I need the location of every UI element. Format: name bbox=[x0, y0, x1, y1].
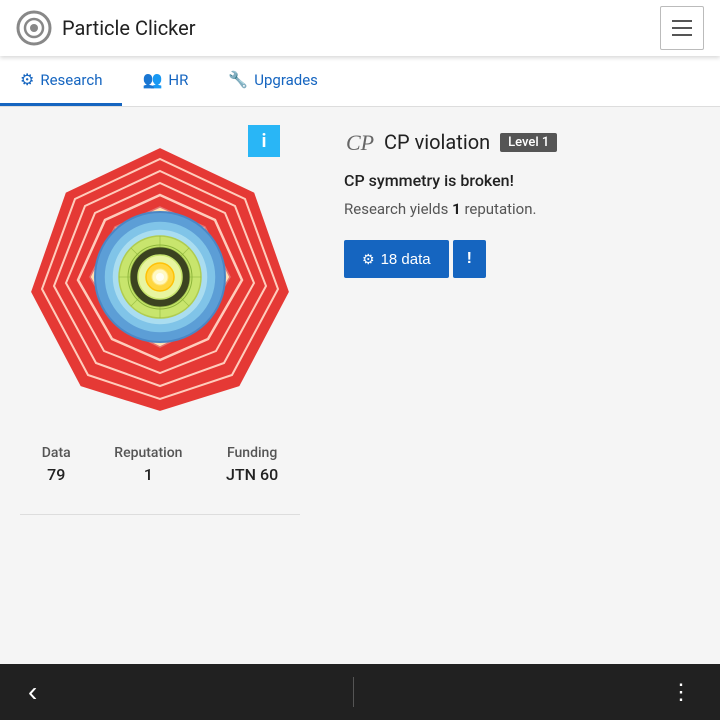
upgrades-tab-icon: 🔧 bbox=[228, 70, 248, 89]
more-button[interactable]: ⋮ bbox=[662, 671, 700, 713]
gear-icon: ⚙ bbox=[362, 251, 375, 268]
back-icon: ‹ bbox=[28, 676, 37, 707]
main-content: i bbox=[0, 107, 720, 664]
tab-research-label: Research bbox=[40, 71, 102, 89]
yield-unit: reputation. bbox=[464, 200, 536, 218]
app-bar: Particle Clicker bbox=[0, 0, 720, 56]
research-title: CP violation bbox=[384, 130, 490, 154]
research-tab-icon: ⚙ bbox=[20, 70, 34, 89]
tab-research[interactable]: ⚙ Research bbox=[0, 56, 122, 106]
tab-upgrades-label: Upgrades bbox=[254, 71, 318, 89]
app-title: Particle Clicker bbox=[62, 16, 196, 40]
tab-bar: ⚙ Research 👥 HR 🔧 Upgrades bbox=[0, 56, 720, 107]
svg-text:CP: CP bbox=[346, 130, 374, 155]
level-badge: Level 1 bbox=[500, 133, 557, 152]
bottom-bar: ‹ ⋮ bbox=[0, 664, 720, 720]
data-button-label: 18 data bbox=[381, 251, 431, 268]
data-button[interactable]: ⚙ 18 data bbox=[344, 240, 449, 278]
stat-funding: Funding JTN 60 bbox=[226, 445, 278, 484]
stat-data: Data 79 bbox=[42, 445, 71, 484]
back-button[interactable]: ‹ bbox=[20, 670, 45, 714]
app-logo bbox=[16, 10, 52, 46]
data-value: 79 bbox=[42, 465, 71, 484]
info-button[interactable]: i bbox=[248, 125, 280, 157]
info-icon: i bbox=[262, 131, 267, 152]
cp-violation-icon: CP bbox=[344, 127, 374, 157]
warning-button[interactable]: ! bbox=[453, 240, 486, 278]
data-label: Data bbox=[42, 445, 71, 461]
tab-hr-label: HR bbox=[168, 71, 188, 89]
reputation-value: 1 bbox=[114, 465, 182, 484]
funding-label: Funding bbox=[226, 445, 278, 461]
hamburger-line-1 bbox=[672, 20, 692, 22]
stat-reputation: Reputation 1 bbox=[114, 445, 182, 484]
research-item-header: CP CP violation Level 1 bbox=[344, 127, 696, 157]
app-bar-left: Particle Clicker bbox=[16, 10, 196, 46]
more-icon: ⋮ bbox=[670, 679, 692, 704]
right-panel: CP CP violation Level 1 CP symmetry is b… bbox=[320, 107, 720, 664]
bottom-divider bbox=[353, 677, 355, 707]
research-description: CP symmetry is broken! bbox=[344, 171, 696, 190]
reputation-label: Reputation bbox=[114, 445, 182, 461]
yield-prefix: Research yields bbox=[344, 200, 448, 218]
hamburger-line-2 bbox=[672, 27, 692, 29]
particle-svg bbox=[20, 137, 300, 417]
hamburger-button[interactable] bbox=[660, 6, 704, 50]
yield-amount: 1 bbox=[452, 200, 461, 218]
research-item: CP CP violation Level 1 CP symmetry is b… bbox=[344, 127, 696, 278]
stats-row: Data 79 Reputation 1 Funding JTN 60 bbox=[10, 445, 310, 484]
hr-tab-icon: 👥 bbox=[142, 70, 162, 89]
tab-hr[interactable]: 👥 HR bbox=[122, 56, 208, 106]
tab-upgrades[interactable]: 🔧 Upgrades bbox=[208, 56, 338, 106]
action-row: ⚙ 18 data ! bbox=[344, 240, 696, 278]
exclamation-icon: ! bbox=[467, 250, 472, 267]
panel-divider bbox=[20, 514, 300, 515]
particle-visualizer[interactable] bbox=[20, 137, 300, 417]
research-yield: Research yields 1 reputation. bbox=[344, 200, 696, 218]
funding-value: JTN 60 bbox=[226, 465, 278, 484]
hamburger-line-3 bbox=[672, 34, 692, 36]
left-panel: i bbox=[0, 107, 320, 664]
